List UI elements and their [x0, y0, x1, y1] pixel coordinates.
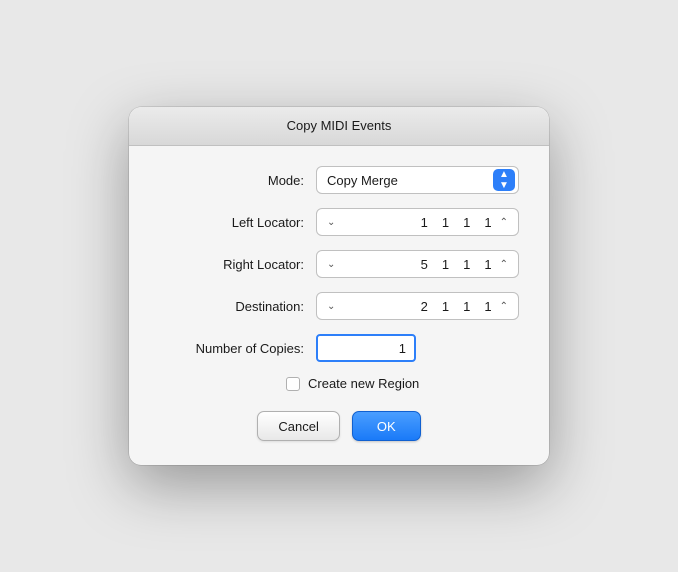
dialog-content: Mode: Copy Merge Copy Replace Merge ▲ ▼ …	[129, 146, 549, 362]
right-locator-v1: 5	[421, 257, 428, 272]
button-row: Cancel OK	[129, 411, 549, 441]
copies-input[interactable]	[316, 334, 416, 362]
destination-values: 2 1 1 1	[339, 299, 495, 314]
mode-label: Mode:	[159, 173, 304, 188]
title-bar: Copy MIDI Events	[129, 107, 549, 146]
destination-v1: 2	[421, 299, 428, 314]
right-locator-v4: 1	[484, 257, 491, 272]
cancel-button[interactable]: Cancel	[257, 411, 339, 441]
left-locator-up-icon[interactable]: ⌃	[496, 215, 512, 230]
right-locator-v3: 1	[463, 257, 470, 272]
destination-container: ⌄ 2 1 1 1 ⌃	[316, 292, 519, 320]
mode-row: Mode: Copy Merge Copy Replace Merge ▲ ▼	[159, 166, 519, 194]
left-locator-v3: 1	[463, 215, 470, 230]
destination-v2: 1	[442, 299, 449, 314]
ok-button[interactable]: OK	[352, 411, 421, 441]
dialog-title: Copy MIDI Events	[287, 118, 392, 133]
destination-v4: 1	[484, 299, 491, 314]
right-locator-v2: 1	[442, 257, 449, 272]
left-locator-label: Left Locator:	[159, 215, 304, 230]
left-locator-v2: 1	[442, 215, 449, 230]
create-region-row: Create new Region	[129, 376, 549, 391]
right-locator-container: ⌄ 5 1 1 1 ⌃	[316, 250, 519, 278]
create-region-label: Create new Region	[308, 376, 419, 391]
destination-row: Destination: ⌄ 2 1 1 1 ⌃	[159, 292, 519, 320]
right-locator-up-icon[interactable]: ⌃	[496, 257, 512, 272]
copies-label: Number of Copies:	[159, 341, 304, 356]
mode-select[interactable]: Copy Merge Copy Replace Merge	[316, 166, 519, 194]
create-region-checkbox[interactable]	[286, 377, 300, 391]
right-locator-down-icon[interactable]: ⌄	[323, 257, 339, 272]
left-locator-v4: 1	[484, 215, 491, 230]
right-locator-label: Right Locator:	[159, 257, 304, 272]
left-locator-values: 1 1 1 1	[339, 215, 495, 230]
destination-down-icon[interactable]: ⌄	[323, 299, 339, 314]
left-locator-container: ⌄ 1 1 1 1 ⌃	[316, 208, 519, 236]
right-locator-values: 5 1 1 1	[339, 257, 495, 272]
left-locator-row: Left Locator: ⌄ 1 1 1 1 ⌃	[159, 208, 519, 236]
destination-up-icon[interactable]: ⌃	[496, 299, 512, 314]
left-locator-v1: 1	[421, 215, 428, 230]
right-locator-row: Right Locator: ⌄ 5 1 1 1 ⌃	[159, 250, 519, 278]
mode-select-container: Copy Merge Copy Replace Merge ▲ ▼	[316, 166, 519, 194]
copies-row: Number of Copies:	[159, 334, 519, 362]
destination-v3: 1	[463, 299, 470, 314]
left-locator-down-icon[interactable]: ⌄	[323, 215, 339, 230]
copy-midi-events-dialog: Copy MIDI Events Mode: Copy Merge Copy R…	[129, 107, 549, 465]
destination-label: Destination:	[159, 299, 304, 314]
